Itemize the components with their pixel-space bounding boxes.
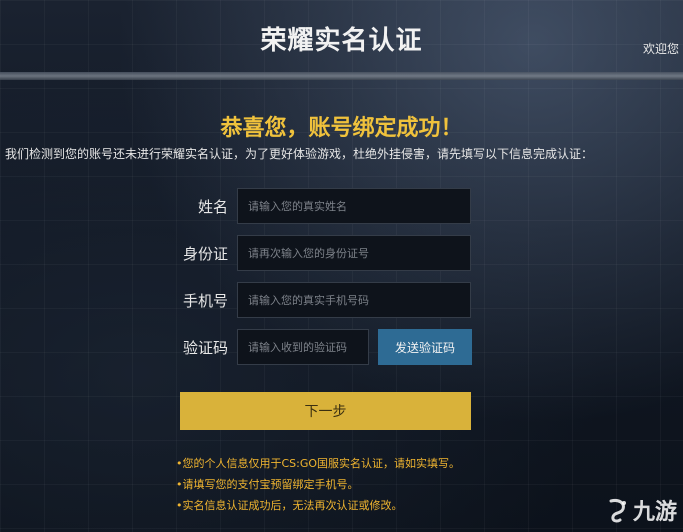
verification-notice: 我们检测到您的账号还未进行荣耀实名认证，为了更好体验游戏，杜绝外挂侵害，请先填写…	[5, 147, 594, 161]
tip-item: •您的个人信息仅用于CS:GO国服实名认证，请如实填写。	[176, 457, 461, 470]
tip-item: •请填写您的支付宝预留绑定手机号。	[176, 478, 359, 491]
code-label: 验证码	[182, 339, 228, 357]
watermark-text: 九游	[632, 500, 677, 525]
welcome-text: 欢迎您	[642, 42, 679, 56]
id-number-input[interactable]	[237, 235, 471, 271]
verification-code-input[interactable]	[237, 329, 369, 365]
name-input[interactable]	[237, 188, 471, 224]
tip-item: •实名信息认证成功后，无法再次认证或修改。	[176, 499, 403, 512]
name-label: 姓名	[197, 198, 228, 216]
phone-label: 手机号	[182, 292, 228, 310]
phone-input[interactable]	[237, 282, 471, 318]
next-step-button[interactable]: 下一步	[180, 392, 471, 430]
header-divider	[0, 72, 683, 80]
jiuyou-watermark: 九游	[605, 494, 677, 526]
send-code-button[interactable]: 发送验证码	[378, 329, 472, 365]
jiuyou-logo-icon	[609, 499, 626, 523]
id-label: 身份证	[182, 245, 228, 263]
page-title: 荣耀实名认证	[260, 26, 423, 56]
congrats-heading: 恭喜您，账号绑定成功！	[220, 116, 463, 141]
